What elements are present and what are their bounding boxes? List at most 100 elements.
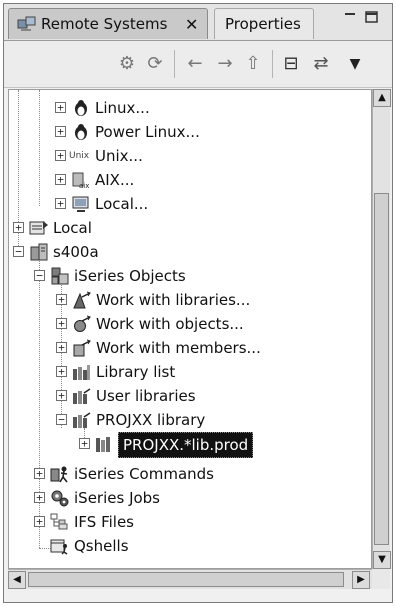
tree-item-label: PROJXX.*lib.prod: [118, 432, 254, 458]
tree-item-linux[interactable]: + Linux...: [9, 96, 369, 120]
maximize-icon[interactable]: [364, 10, 380, 24]
expand-icon[interactable]: +: [55, 198, 66, 209]
tree-item-label: Linux...: [95, 99, 150, 117]
scroll-left-icon[interactable]: ◀: [8, 571, 26, 589]
library-filter-icon: [73, 412, 91, 428]
expand-icon[interactable]: +: [34, 468, 45, 479]
tab-properties-label: Properties: [225, 15, 301, 33]
expand-icon[interactable]: +: [55, 174, 66, 185]
scroll-up-icon[interactable]: ▲: [373, 89, 391, 107]
expand-icon[interactable]: +: [79, 438, 90, 449]
tree-item-work-objects[interactable]: + Work with objects...: [9, 312, 369, 336]
tree-item-local[interactable]: + Local: [9, 216, 369, 240]
qshell-icon: [50, 539, 68, 555]
view-menu-icon[interactable]: ▼: [344, 53, 366, 75]
collapse-all-icon[interactable]: ⊟: [280, 53, 302, 75]
close-icon[interactable]: ✕: [185, 9, 198, 40]
local-connection-icon: [29, 221, 48, 235]
iseries-objects-icon: [51, 267, 69, 285]
minimize-icon[interactable]: [342, 10, 358, 24]
toolbar-separator: [174, 50, 175, 78]
remote-systems-view: Remote Systems ✕ Properties ⚙ ⟳ ← → ⇧ ⊟ …: [3, 3, 393, 603]
expand-icon[interactable]: +: [34, 492, 45, 503]
tree-item-label: Local: [53, 219, 92, 237]
refresh-icon[interactable]: ⟳: [144, 53, 166, 75]
tree-item-user-libraries[interactable]: + User libraries: [9, 384, 369, 408]
tree-item-label: Work with members...: [96, 339, 261, 357]
tree-item-label: Library list: [96, 363, 176, 381]
tree-item-ifs-files[interactable]: + IFS Files: [9, 510, 369, 534]
tree-item-label: Qshells: [74, 537, 129, 555]
iseries-commands-icon: [50, 466, 68, 483]
tree-item-qshells[interactable]: Qshells: [9, 534, 369, 558]
tree-item-projxx-library[interactable]: − PROJXX library: [9, 408, 369, 432]
up-icon[interactable]: ⇧: [242, 53, 264, 75]
scroll-right-icon[interactable]: ▶: [352, 571, 370, 589]
back-icon[interactable]: ←: [184, 53, 206, 75]
tree-item-library-list[interactable]: + Library list: [9, 360, 369, 384]
new-connection-icon[interactable]: ⚙: [116, 53, 138, 75]
horizontal-scrollbar[interactable]: ◀ ▶: [8, 569, 372, 589]
tree-item-work-members[interactable]: + Work with members...: [9, 336, 369, 360]
library-icon: [96, 437, 110, 452]
remote-systems-tree: + Linux... + Power Linux... + Unix Unix.…: [8, 89, 372, 569]
expand-icon[interactable]: +: [55, 126, 66, 137]
tree-item-label: Work with objects...: [96, 315, 244, 333]
forward-icon[interactable]: →: [214, 53, 236, 75]
tree-item-label: Local...: [95, 195, 149, 213]
tree-item-label: IFS Files: [74, 513, 134, 531]
ifs-files-icon: [50, 513, 68, 530]
work-with-libraries-icon: [73, 291, 91, 309]
expand-icon[interactable]: +: [55, 150, 66, 161]
tree-item-iseries-objects[interactable]: − iSeries Objects: [9, 264, 369, 288]
toolbar-separator: [272, 50, 273, 78]
expand-icon[interactable]: +: [56, 366, 67, 377]
tree-item-iseries-commands[interactable]: + iSeries Commands: [9, 462, 369, 486]
unix-icon: Unix: [69, 151, 90, 161]
vertical-scroll-thumb[interactable]: [374, 193, 389, 545]
work-with-members-icon: [73, 339, 91, 357]
vertical-scrollbar[interactable]: ▲ ▼: [372, 89, 391, 569]
user-libraries-icon: [73, 388, 91, 404]
tree-item-aix[interactable]: + aix AIX...: [9, 168, 369, 192]
view-tab-bar: Remote Systems ✕ Properties: [4, 4, 392, 41]
penguin-icon: [75, 100, 87, 116]
tab-properties[interactable]: Properties: [214, 8, 314, 39]
tree-item-work-libraries[interactable]: + Work with libraries...: [9, 288, 369, 312]
expand-icon[interactable]: +: [13, 222, 24, 233]
tab-remote-systems[interactable]: Remote Systems ✕: [8, 8, 208, 39]
collapse-icon[interactable]: −: [13, 246, 24, 257]
tree-item-label: s400a: [53, 243, 99, 261]
tree-item-projxx-filter[interactable]: + PROJXX.*lib.prod: [9, 432, 369, 458]
tree-item-s400a[interactable]: − s400a: [9, 240, 369, 264]
scroll-down-icon[interactable]: ▼: [373, 551, 391, 569]
monitor-icon: [72, 196, 89, 212]
iseries-jobs-icon: [51, 490, 69, 507]
scrollbar-corner: [372, 569, 390, 589]
tree-item-label: Work with libraries...: [96, 291, 251, 309]
penguin-icon: [75, 124, 87, 140]
tree-item-iseries-jobs[interactable]: + iSeries Jobs: [9, 486, 369, 510]
link-with-editor-icon[interactable]: ⇄: [310, 53, 332, 75]
collapse-icon[interactable]: −: [56, 414, 67, 425]
horizontal-scroll-thumb[interactable]: [28, 572, 344, 587]
expand-icon[interactable]: +: [56, 342, 67, 353]
tree-item-label: iSeries Commands: [74, 465, 214, 483]
expand-icon[interactable]: +: [56, 390, 67, 401]
tree-item-label: User libraries: [96, 387, 196, 405]
expand-icon[interactable]: +: [55, 102, 66, 113]
iseries-system-icon: [30, 243, 48, 261]
tree-item-unix[interactable]: + Unix Unix...: [9, 144, 369, 168]
collapse-icon[interactable]: −: [34, 270, 45, 281]
library-list-icon: [73, 365, 90, 380]
tree-item-label: PROJXX library: [96, 411, 206, 429]
expand-icon[interactable]: +: [56, 294, 67, 305]
work-with-objects-icon: [74, 315, 91, 332]
remote-systems-icon: [17, 16, 36, 31]
tree-item-local-new[interactable]: + Local...: [9, 192, 369, 216]
expand-icon[interactable]: +: [34, 516, 45, 527]
expand-icon[interactable]: +: [56, 318, 67, 329]
tab-remote-systems-label: Remote Systems: [41, 15, 168, 33]
view-toolbar: ⚙ ⟳ ← → ⇧ ⊟ ⇄ ▼: [4, 41, 392, 88]
tree-item-power-linux[interactable]: + Power Linux...: [9, 120, 369, 144]
